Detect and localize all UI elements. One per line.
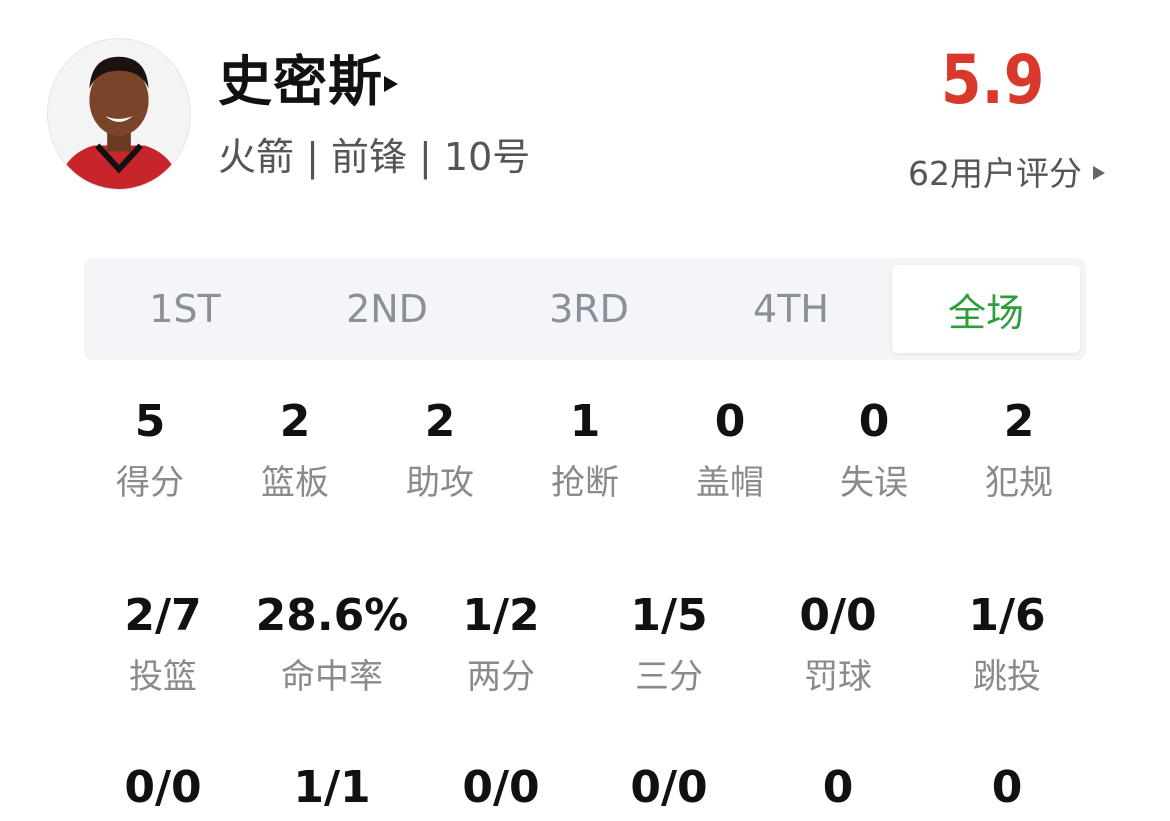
- stat-value: 1/5: [630, 590, 708, 641]
- stat-fouls: 2 犯规: [934, 394, 1104, 506]
- stat-fg-percentage: 28.6% 命中率: [247, 588, 417, 700]
- stat-item: 0: [922, 760, 1092, 816]
- stat-item: 0/0: [584, 760, 754, 816]
- stat-two-pointers: 1/2 两分: [416, 588, 586, 700]
- play-arrow-icon[interactable]: [1091, 164, 1107, 182]
- stat-value: 0: [822, 762, 854, 813]
- stat-value: 0/0: [124, 762, 202, 813]
- tab-1st[interactable]: 1ST: [84, 258, 286, 360]
- stat-label: 投篮: [129, 657, 197, 697]
- stat-value: 0/0: [630, 762, 708, 813]
- stat-value: 2: [1003, 396, 1035, 447]
- stat-value: 1/1: [293, 762, 371, 813]
- stat-label: 三分: [635, 657, 703, 697]
- stat-value: 1/2: [462, 590, 540, 641]
- tab-4th[interactable]: 4TH: [690, 258, 892, 360]
- tab-3rd[interactable]: 3RD: [488, 258, 690, 360]
- player-team-position-number: 火箭 | 前锋 | 10号: [218, 135, 531, 179]
- stat-three-pointers: 1/5 三分: [584, 588, 754, 700]
- stat-value: 2/7: [124, 590, 202, 641]
- user-rating-link[interactable]: 62用户评分: [908, 152, 1082, 196]
- stat-label: 命中率: [281, 657, 383, 697]
- player-name[interactable]: 史密斯: [218, 50, 383, 114]
- tab-full-game[interactable]: 全场: [892, 265, 1080, 353]
- player-avatar[interactable]: [47, 38, 191, 190]
- rating-score: 5.9: [940, 41, 1044, 120]
- stat-item: 0: [753, 760, 923, 816]
- stat-value: 28.6%: [255, 590, 409, 641]
- stat-label: 两分: [467, 657, 535, 697]
- stat-value: 1/6: [968, 590, 1046, 641]
- stat-field-goals: 2/7 投篮: [78, 588, 248, 700]
- play-arrow-icon[interactable]: [382, 74, 400, 94]
- stat-item: 0/0: [416, 760, 586, 816]
- stat-value: 0/0: [462, 762, 540, 813]
- stat-value: 0: [991, 762, 1023, 813]
- stat-item: 0/0: [78, 760, 248, 816]
- stat-label: 罚球: [804, 657, 872, 697]
- stat-label: 犯规: [985, 463, 1053, 503]
- player-portrait-icon: [48, 39, 190, 189]
- stat-value: 0/0: [799, 590, 877, 641]
- stat-label: 跳投: [973, 657, 1041, 697]
- tab-2nd[interactable]: 2ND: [286, 258, 488, 360]
- period-tabs: 1ST 2ND 3RD 4TH 全场: [84, 258, 1086, 360]
- stat-item: 1/1: [247, 760, 417, 816]
- stat-free-throws: 0/0 罚球: [753, 588, 923, 700]
- stat-jump-shots: 1/6 跳投: [922, 588, 1092, 700]
